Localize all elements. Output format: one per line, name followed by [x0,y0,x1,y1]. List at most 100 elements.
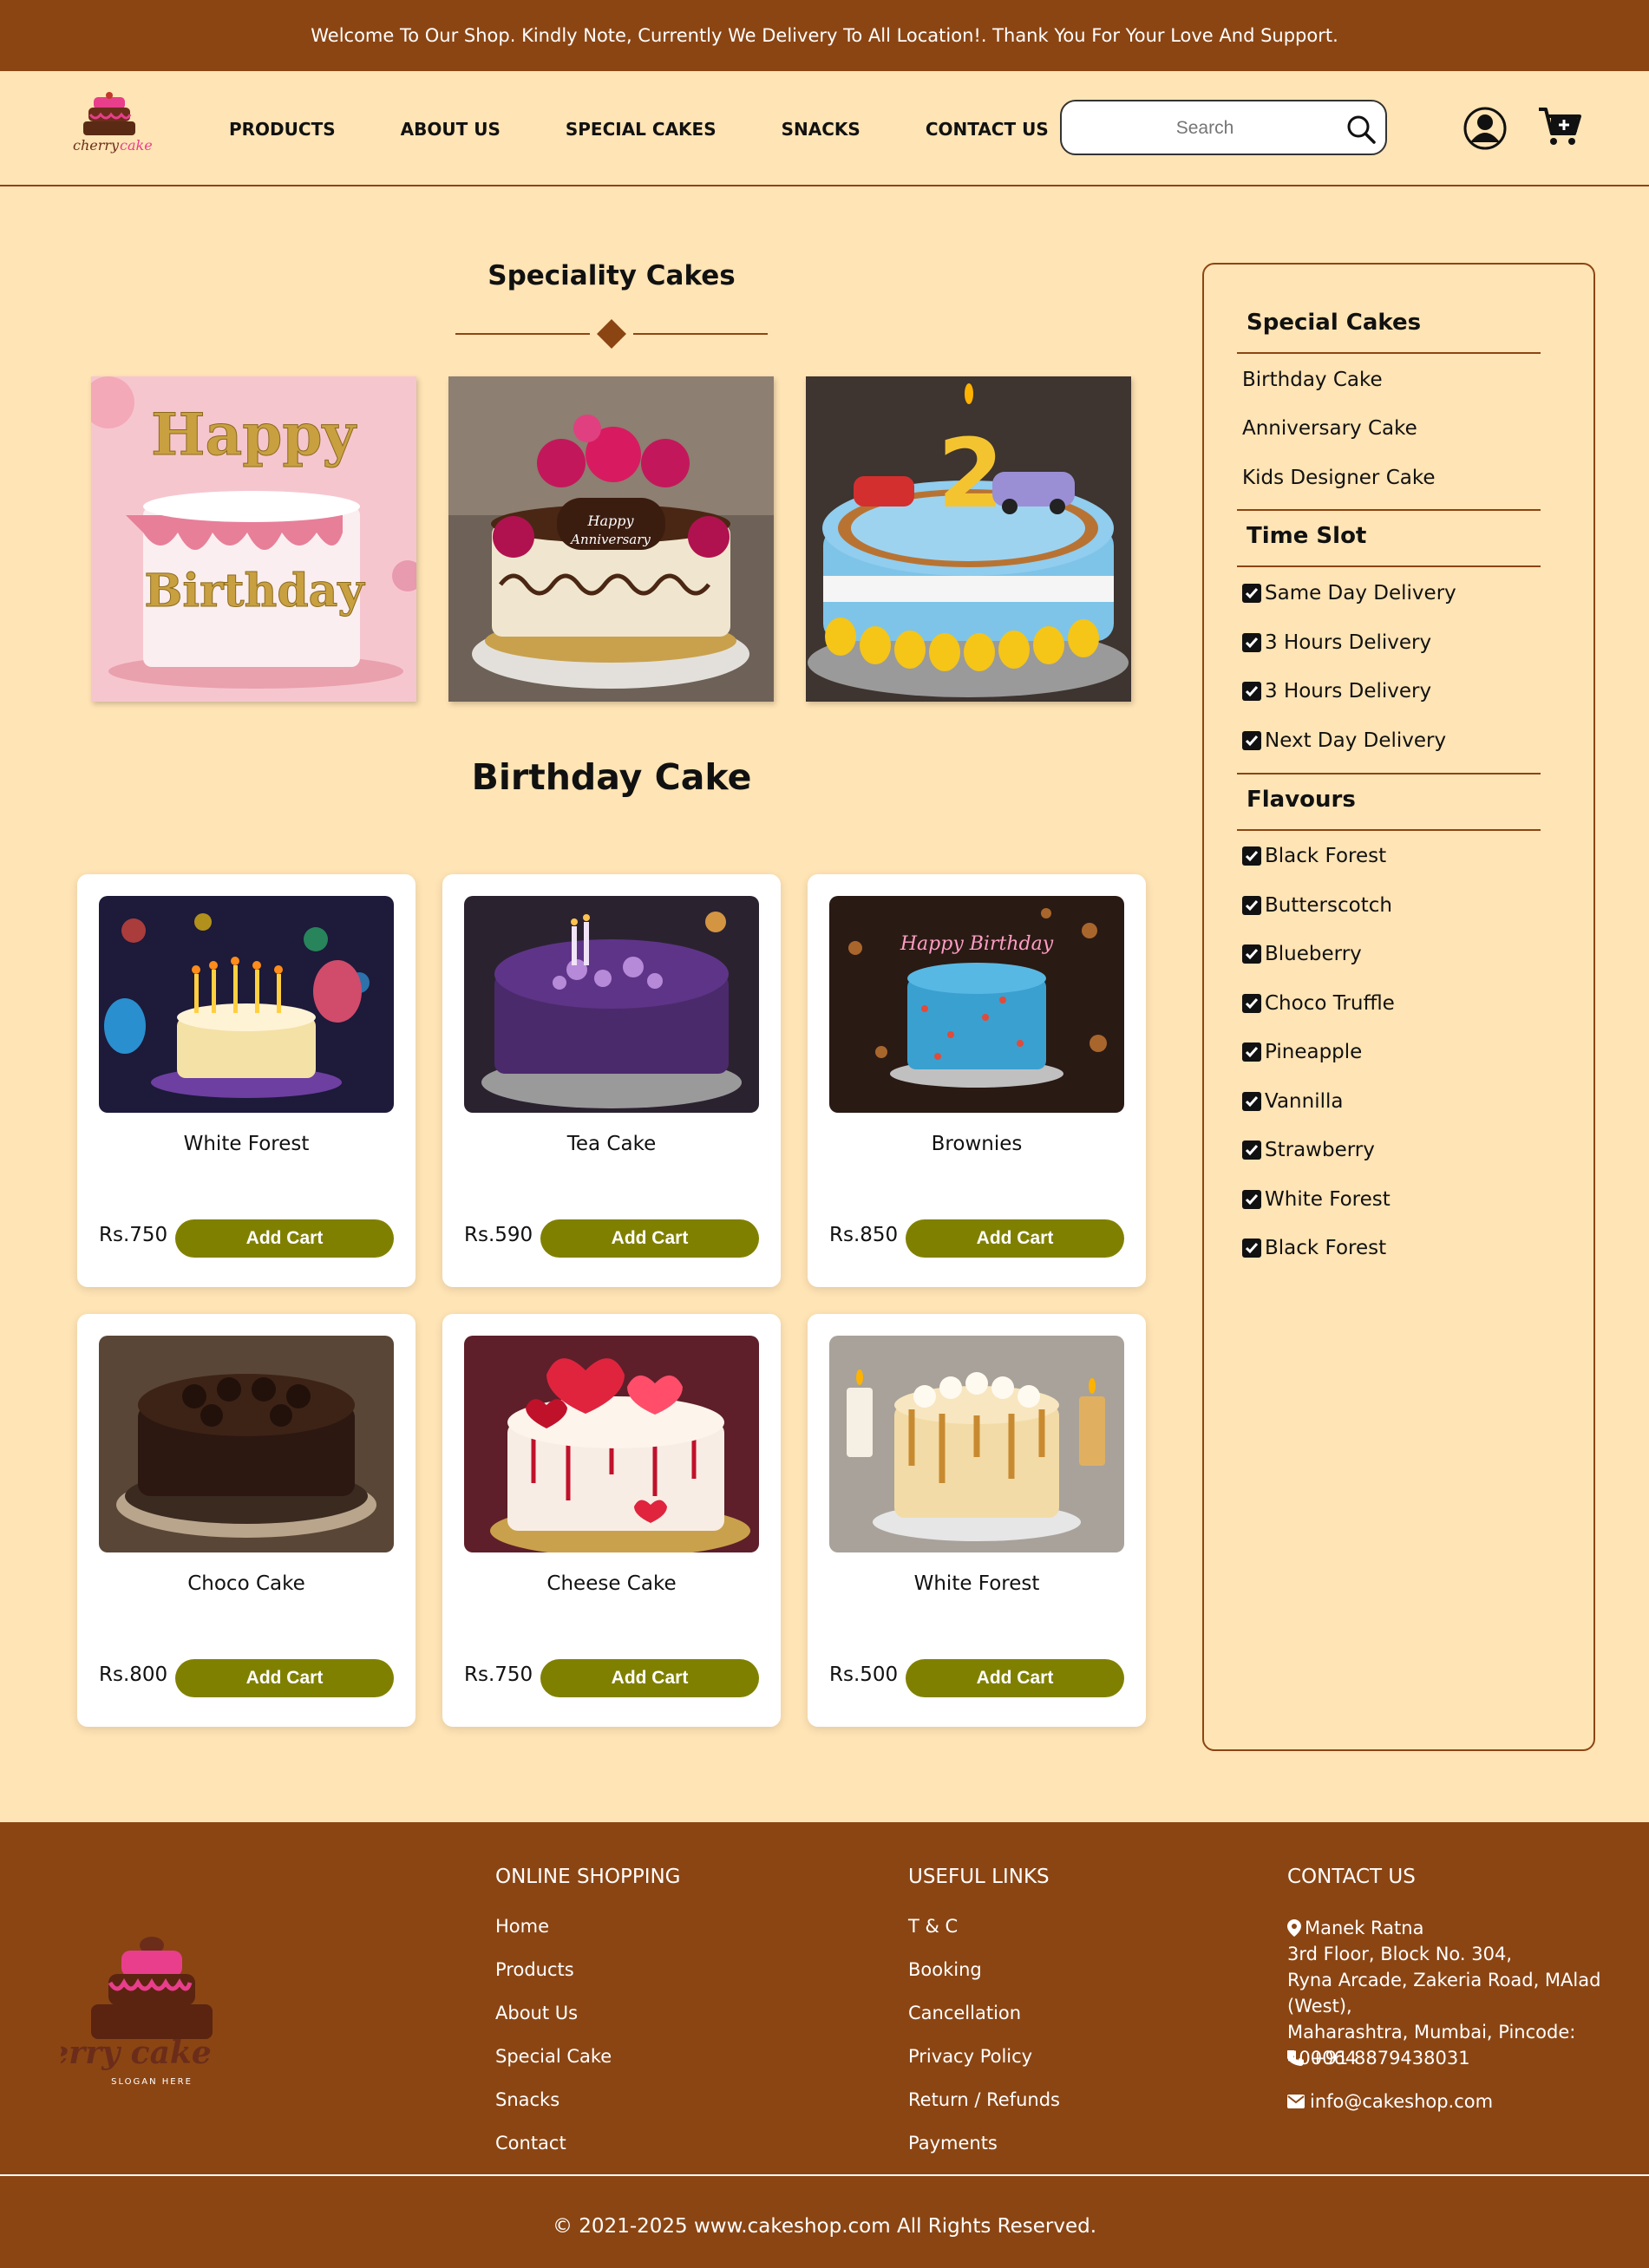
footer-link-terms[interactable]: T & C [908,1916,958,1937]
flavour-option[interactable]: Vannilla [1242,1090,1343,1113]
diamond-divider-icon [455,319,768,349]
phone-number: +91 8879438031 [1310,2048,1470,2069]
site-footer: cherry cake SLOGAN HERE ONLINE SHOPPING … [0,1822,1649,2268]
time-option[interactable]: 3 Hours Delivery [1242,631,1431,654]
flavour-option[interactable]: Blueberry [1242,943,1362,965]
time-option-label: Next Day Delivery [1265,729,1447,752]
product-price: Rs.750 [464,1663,533,1686]
footer-link-cancellation[interactable]: Cancellation [908,2003,1021,2023]
product-image[interactable] [464,1336,759,1552]
product-name: Brownies [931,1133,1023,1155]
filter-anniversary-cake[interactable]: Anniversary Cake [1242,417,1417,440]
flavour-option-label: Blueberry [1265,943,1362,965]
checkbox-checked-icon[interactable] [1242,944,1261,964]
search-icon[interactable] [1345,114,1377,145]
filter-kids-designer-cake[interactable]: Kids Designer Cake [1242,467,1436,489]
product-image[interactable] [464,896,759,1113]
cart-icon[interactable] [1537,104,1582,149]
search-box [1060,100,1387,155]
time-option[interactable]: 3 Hours Delivery [1242,680,1431,703]
footer-link-contact[interactable]: Contact [495,2133,566,2154]
checkbox-checked-icon[interactable] [1242,731,1261,750]
flavour-option[interactable]: White Forest [1242,1188,1391,1211]
checkbox-checked-icon[interactable] [1242,682,1261,701]
main-nav: PRODUCTS ABOUT US SPECIAL CAKES SNACKS C… [229,71,1114,186]
speciality-anniversary-image[interactable]: Happy Anniversary [448,376,774,702]
product-price: Rs.750 [99,1224,168,1246]
filter-birthday-cake[interactable]: Birthday Cake [1242,369,1383,391]
search-input[interactable] [1079,112,1331,145]
nav-products[interactable]: PRODUCTS [229,119,336,140]
nav-special-cakes[interactable]: SPECIAL CAKES [566,119,717,140]
nav-contact-us[interactable]: CONTACT US [926,119,1049,140]
product-image[interactable] [99,896,394,1113]
footer-link-snacks[interactable]: Snacks [495,2089,559,2110]
speciality-kids-image[interactable]: 2 [806,376,1131,702]
flavour-option[interactable]: Choco Truffle [1242,992,1395,1015]
checkbox-checked-icon[interactable] [1242,633,1261,652]
checkbox-checked-icon[interactable] [1242,1190,1261,1209]
flavour-option[interactable]: Pineapple [1242,1041,1362,1063]
time-option-label: 3 Hours Delivery [1265,631,1432,654]
footer-link-payments[interactable]: Payments [908,2133,998,2154]
footer-link-booking[interactable]: Booking [908,1959,982,1980]
nav-snacks[interactable]: SNACKS [782,119,860,140]
add-cart-button[interactable]: Add Cart [175,1659,394,1697]
speciality-title: Speciality Cakes [488,260,736,291]
footer-logo[interactable]: cherry cake SLOGAN HERE [7,1926,243,2091]
add-cart-button[interactable]: Add Cart [906,1219,1124,1258]
speciality-birthday-image[interactable]: Happy Birthday [91,376,416,702]
flavour-option[interactable]: Butterscotch [1242,894,1392,917]
flavour-option-label: Black Forest [1265,845,1387,867]
flavour-option-label: Choco Truffle [1265,992,1395,1015]
nav-about-us[interactable]: ABOUT US [401,119,501,140]
product-card[interactable]: White Forest Rs.750 Add Cart [77,874,416,1287]
product-card[interactable]: Happy Birthday Brownies Rs.850 Add Cart [808,874,1146,1287]
contact-phone[interactable]: +91 8879438031 [1287,2045,1470,2071]
footer-link-about-us[interactable]: About Us [495,2003,578,2023]
user-account-icon[interactable] [1463,106,1508,151]
announcement-text: Welcome To Our Shop. Kindly Note, Curren… [311,25,1338,46]
footer-link-return-refunds[interactable]: Return / Refunds [908,2089,1060,2110]
announcement-bar: Welcome To Our Shop. Kindly Note, Curren… [0,0,1649,71]
add-cart-button[interactable]: Add Cart [540,1659,759,1697]
footer-logo-slogan: SLOGAN HERE [111,2077,193,2087]
flavour-option[interactable]: Black Forest [1242,1237,1386,1259]
flavour-option[interactable]: Black Forest [1242,845,1386,867]
checkbox-checked-icon[interactable] [1242,1141,1261,1160]
checkbox-checked-icon[interactable] [1242,846,1261,866]
checkbox-checked-icon[interactable] [1242,1239,1261,1258]
checkbox-checked-icon[interactable] [1242,584,1261,603]
online-shopping-heading: ONLINE SHOPPING [495,1866,681,1888]
address-line: Manek Ratna [1305,1918,1424,1938]
add-cart-button[interactable]: Add Cart [540,1219,759,1258]
filter-sidebar: Special Cakes Birthday Cake Anniversary … [1202,263,1595,1751]
contact-email[interactable]: info@cakeshop.com [1287,2088,1493,2114]
time-option[interactable]: Same Day Delivery [1242,582,1456,605]
footer-link-products[interactable]: Products [495,1959,574,1980]
flavour-option-label: White Forest [1265,1188,1391,1211]
footer-link-home[interactable]: Home [495,1916,549,1937]
add-cart-button[interactable]: Add Cart [175,1219,394,1258]
checkbox-checked-icon[interactable] [1242,994,1261,1013]
svg-text:cherry: cherry [73,137,120,154]
product-card[interactable]: Choco Cake Rs.800 Add Cart [77,1314,416,1727]
footer-link-special-cake[interactable]: Special Cake [495,2046,612,2067]
product-card[interactable]: Cheese Cake Rs.750 Add Cart [442,1314,781,1727]
contact-us-heading: CONTACT US [1287,1866,1416,1888]
checkbox-checked-icon[interactable] [1242,1042,1261,1062]
product-card[interactable]: Tea Cake Rs.590 Add Cart [442,874,781,1287]
checkbox-checked-icon[interactable] [1242,1092,1261,1111]
flavour-option[interactable]: Strawberry [1242,1139,1375,1161]
footer-link-privacy-policy[interactable]: Privacy Policy [908,2046,1032,2067]
divider [1237,565,1541,567]
add-cart-button[interactable]: Add Cart [906,1659,1124,1697]
product-card[interactable]: White Forest Rs.500 Add Cart [808,1314,1146,1727]
time-option[interactable]: Next Day Delivery [1242,729,1446,752]
product-image[interactable]: Happy Birthday [829,896,1124,1113]
product-image[interactable] [829,1336,1124,1552]
useful-links-heading: USEFUL LINKS [908,1866,1050,1888]
email-address: info@cakeshop.com [1310,2091,1494,2112]
product-image[interactable] [99,1336,394,1552]
checkbox-checked-icon[interactable] [1242,896,1261,915]
